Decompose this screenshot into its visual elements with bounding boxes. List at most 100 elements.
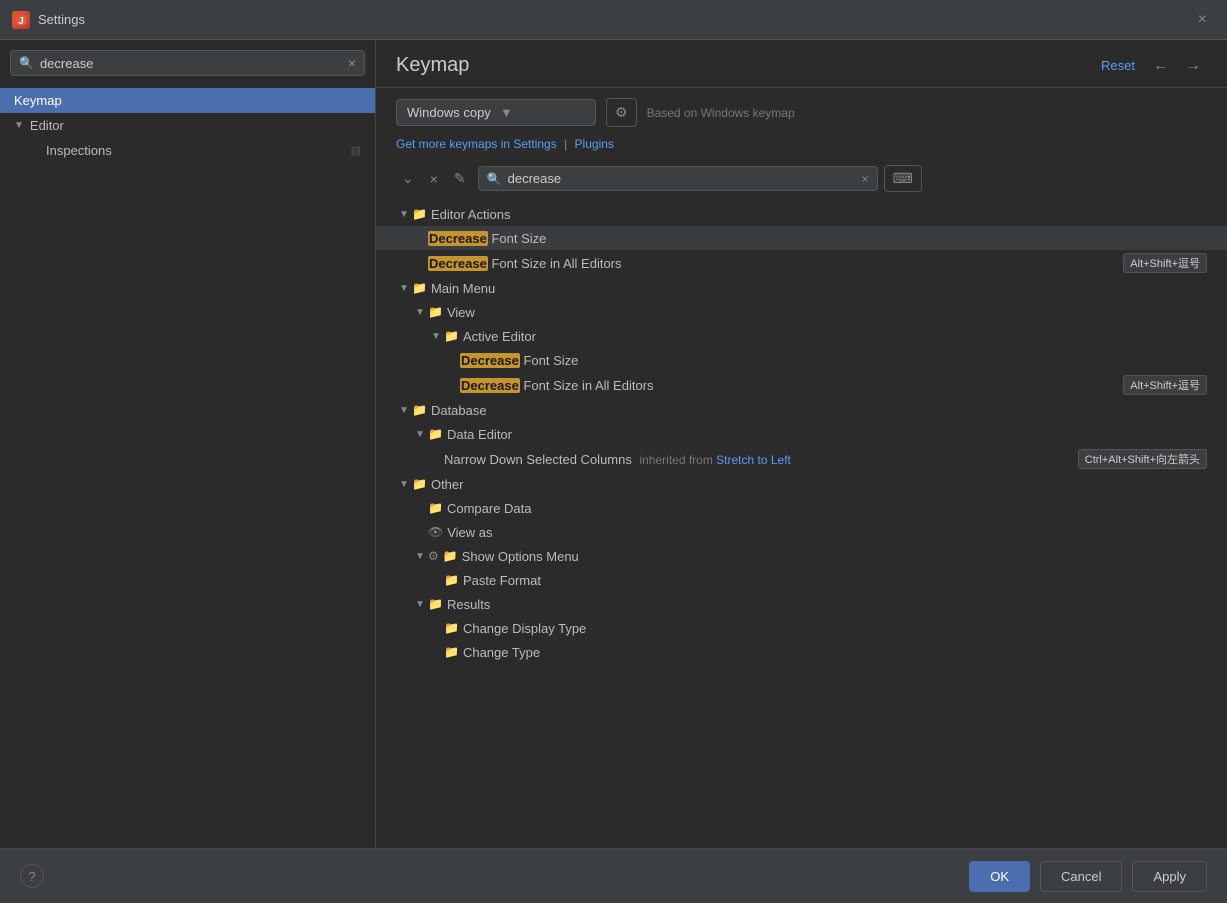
ok-button[interactable]: OK <box>969 861 1030 892</box>
shortcut-badge: Alt+Shift+逗号 <box>1123 253 1207 273</box>
based-on-label: Based on Windows keymap <box>647 106 795 120</box>
back-button[interactable]: ← <box>1147 55 1175 77</box>
scheme-dropdown[interactable]: Windows copy ▼ <box>396 99 596 126</box>
highlight-text: Decrease <box>460 378 520 393</box>
sidebar-search: 🔍 × <box>0 40 375 84</box>
folder-icon: 📁 <box>443 549 458 563</box>
tree-node-label: View <box>447 305 475 320</box>
folder-icon: 📁 <box>428 501 443 515</box>
collapse-icon[interactable]: ▼ <box>428 328 444 344</box>
chevron-down-icon: ▼ <box>14 120 24 131</box>
tree-node-label: Change Display Type <box>463 621 586 636</box>
tree-row[interactable]: ▼ 📁 Active Editor <box>376 324 1227 348</box>
get-more-keymaps-link[interactable]: Get more keymaps in Settings <box>396 137 557 151</box>
help-button[interactable]: ? <box>20 864 44 888</box>
inherited-link[interactable]: Stretch to Left <box>716 453 791 467</box>
close-button[interactable]: × <box>1190 7 1215 33</box>
sidebar-inspections-label: Inspections <box>46 143 112 158</box>
keymap-search-bar: ⌄ × ✎ 🔍 × ⌨ <box>376 159 1227 198</box>
folder-icon: 📁 <box>428 427 443 441</box>
sidebar-inspections-icon: ▤ <box>351 144 361 157</box>
collapse-icon[interactable]: ▼ <box>412 548 428 564</box>
tree-row[interactable]: ▼ 📁 Other <box>376 472 1227 496</box>
footer: ? OK Cancel Apply <box>0 848 1227 903</box>
tree-node-label: Active Editor <box>463 329 536 344</box>
collapse-icon[interactable]: ▼ <box>396 280 412 296</box>
collapse-icon[interactable]: ▼ <box>396 476 412 492</box>
folder-icon: 📁 <box>412 403 427 417</box>
tree-row[interactable]: 📁 Compare Data <box>376 496 1227 520</box>
window-title: Settings <box>38 12 1190 27</box>
tree-row[interactable]: Narrow Down Selected Columns inherited f… <box>376 446 1227 472</box>
sidebar-search-clear[interactable]: × <box>348 55 356 71</box>
links-separator: | <box>564 137 567 151</box>
tree-node-label: Compare Data <box>447 501 532 516</box>
collapse-all-button[interactable]: × <box>424 167 444 190</box>
apply-button[interactable]: Apply <box>1132 861 1207 892</box>
collapse-icon[interactable]: ▼ <box>396 206 412 222</box>
svg-text:J: J <box>18 16 24 27</box>
chevron-down-icon: ▼ <box>500 105 585 120</box>
tree-row[interactable]: ▼ 📁 View <box>376 300 1227 324</box>
tree-row[interactable]: Decrease Font Size <box>376 226 1227 250</box>
edit-button[interactable]: ✎ <box>448 167 472 190</box>
tree-row[interactable]: ▼ ⚙ 📁 Show Options Menu <box>376 544 1227 568</box>
keymap-toolbar: Windows copy ▼ ⚙ Based on Windows keymap <box>376 88 1227 137</box>
tree-row[interactable]: 📁 Change Type <box>376 640 1227 664</box>
keymap-search-wrap[interactable]: 🔍 × <box>478 166 878 191</box>
sidebar-item-editor[interactable]: ▼ Editor <box>0 113 375 138</box>
sidebar-item-keymap[interactable]: Keymap <box>0 88 375 113</box>
tree-row[interactable]: ▼ 📁 Data Editor <box>376 422 1227 446</box>
folder-icon: 📁 <box>444 329 459 343</box>
tree-row[interactable]: 👁 View as <box>376 520 1227 544</box>
collapse-icon[interactable]: ▼ <box>396 402 412 418</box>
sidebar-editor-children: Inspections ▤ <box>0 138 375 163</box>
plugins-link[interactable]: Plugins <box>575 137 614 151</box>
keymap-search-clear[interactable]: × <box>862 172 869 186</box>
sidebar-item-inspections[interactable]: Inspections ▤ <box>32 138 375 163</box>
tree-row[interactable]: ▼ 📁 Main Menu <box>376 276 1227 300</box>
right-panel: Keymap Reset ← → Windows copy ▼ ⚙ Based … <box>376 40 1227 848</box>
tree-row[interactable]: Decrease Font Size in All Editors Alt+Sh… <box>376 372 1227 398</box>
sidebar: 🔍 × Keymap ▼ Editor Inspections ▤ <box>0 40 376 848</box>
tree-row[interactable]: ▼ 📁 Editor Actions <box>376 202 1227 226</box>
nav-arrows: ← → <box>1147 55 1207 77</box>
tree-node-label: Paste Format <box>463 573 541 588</box>
keymap-header: Keymap Reset ← → <box>376 40 1227 88</box>
tree-row[interactable]: 📁 Change Display Type <box>376 616 1227 640</box>
collapse-icon[interactable]: ▼ <box>412 596 428 612</box>
keymap-search-input[interactable] <box>508 171 862 186</box>
scheme-row: Windows copy ▼ ⚙ Based on Windows keymap <box>396 98 795 127</box>
scheme-value: Windows copy <box>407 105 492 120</box>
tree-node-label: Data Editor <box>447 427 512 442</box>
scheme-settings-button[interactable]: ⚙ <box>606 98 637 127</box>
expand-all-button[interactable]: ⌄ <box>396 167 420 190</box>
search-icon: 🔍 <box>487 172 502 186</box>
folder-icon: 📁 <box>428 597 443 611</box>
cancel-button[interactable]: Cancel <box>1040 861 1122 892</box>
tree-row[interactable]: Decrease Font Size <box>376 348 1227 372</box>
reset-button[interactable]: Reset <box>1101 58 1135 73</box>
tree-node-label: Decrease Font Size <box>428 231 546 246</box>
expand-collapse-group: ⌄ × ✎ <box>396 167 472 190</box>
sidebar-search-wrap[interactable]: 🔍 × <box>10 50 365 76</box>
tree-row[interactable]: ▼ 📁 Database <box>376 398 1227 422</box>
folder-icon: 📁 <box>412 281 427 295</box>
collapse-icon[interactable]: ▼ <box>412 304 428 320</box>
tree-row[interactable]: 📁 Paste Format <box>376 568 1227 592</box>
title-bar: J Settings × <box>0 0 1227 40</box>
sidebar-editor-label: Editor <box>30 118 64 133</box>
tree-row[interactable]: ▼ 📁 Results <box>376 592 1227 616</box>
tree-node-label: Change Type <box>463 645 540 660</box>
tree-node-label: Decrease Font Size in All Editors <box>428 256 622 271</box>
forward-button[interactable]: → <box>1179 55 1207 77</box>
sidebar-nav-list: Keymap ▼ Editor Inspections ▤ <box>0 84 375 848</box>
tree-row[interactable]: Decrease Font Size in All Editors Alt+Sh… <box>376 250 1227 276</box>
folder-icon: 📁 <box>412 207 427 221</box>
find-by-shortcut-button[interactable]: ⌨ <box>884 165 922 192</box>
collapse-icon[interactable]: ▼ <box>412 426 428 442</box>
tree-node-label: Other <box>431 477 464 492</box>
footer-actions: OK Cancel Apply <box>969 861 1207 892</box>
sidebar-search-input[interactable] <box>40 56 348 71</box>
tree-node-label: View as <box>447 525 492 540</box>
